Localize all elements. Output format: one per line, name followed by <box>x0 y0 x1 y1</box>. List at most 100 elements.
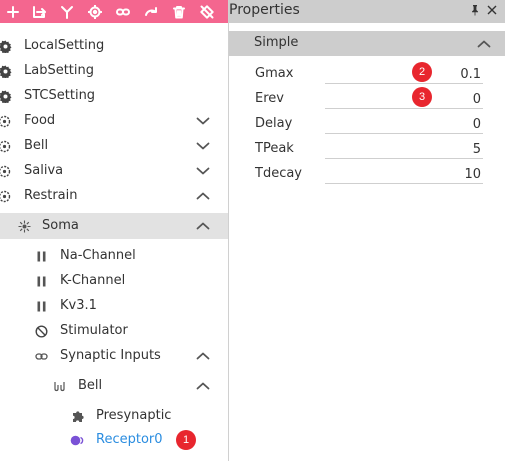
channel-icon <box>35 250 48 263</box>
tree-item-label: Restrain <box>24 188 78 203</box>
property-row-tdecay: Tdecay 10 <box>229 162 505 187</box>
tree-item-label: Bell <box>24 138 49 153</box>
filter-icon <box>61 5 73 19</box>
channel-icon <box>35 300 48 313</box>
tree-toolbar <box>0 0 228 23</box>
tree-item-kv3-1[interactable]: Kv3.1 <box>0 294 228 319</box>
tree-item-soma[interactable]: Soma <box>0 213 228 239</box>
properties-header: Properties <box>229 0 505 23</box>
tree-item-bell-synapse[interactable]: Bell <box>0 374 228 399</box>
stimulus-icon <box>0 190 11 203</box>
target-button[interactable] <box>84 0 106 23</box>
section-label: Simple <box>254 35 299 50</box>
disable-icon <box>200 4 214 19</box>
tree-item-presynaptic[interactable]: Presynaptic <box>0 404 228 429</box>
chevron-down-icon[interactable] <box>196 140 210 152</box>
tree-item-food[interactable]: Food <box>0 109 228 134</box>
chevron-up-icon[interactable] <box>196 220 210 232</box>
chevron-up-icon[interactable] <box>196 190 210 202</box>
property-value-tdecay[interactable]: 10 <box>325 162 483 184</box>
tree-item-label: Synaptic Inputs <box>60 348 161 363</box>
property-row-tpeak: TPeak 5 <box>229 137 505 162</box>
tree-item-receptor0[interactable]: Receptor0 1 <box>0 428 228 453</box>
stimulator-icon <box>35 325 48 338</box>
tree-item-label: Bell <box>78 378 103 393</box>
section-marker-icon <box>233 37 245 49</box>
close-icon <box>487 5 497 15</box>
annotation-badge: 3 <box>412 87 432 107</box>
tree-item-label: LocalSetting <box>24 38 105 53</box>
property-name: Tdecay <box>255 166 302 181</box>
property-name: Delay <box>255 116 293 131</box>
property-name: TPeak <box>255 141 294 156</box>
pin-button[interactable] <box>469 4 481 19</box>
chevron-down-icon[interactable] <box>196 115 210 127</box>
property-name: Erev <box>255 91 284 106</box>
tree-item-labsetting[interactable]: LabSetting <box>0 59 228 84</box>
property-value-erev[interactable]: 0 <box>325 87 483 109</box>
chevron-down-icon[interactable] <box>196 165 210 177</box>
property-value-tpeak[interactable]: 5 <box>325 137 483 159</box>
tree-item-label: Receptor0 <box>96 432 163 447</box>
tree-item-k-channel[interactable]: K-Channel <box>0 269 228 294</box>
tree-item-label: Soma <box>42 218 79 233</box>
tree-item-localsetting[interactable]: LocalSetting <box>0 34 228 59</box>
property-name: Gmax <box>255 66 294 81</box>
tree-item-stcsetting[interactable]: STCSetting <box>0 84 228 109</box>
section-simple[interactable]: Simple <box>229 31 505 56</box>
filter-button[interactable] <box>56 0 78 23</box>
pin-icon <box>472 5 478 16</box>
export-button[interactable] <box>28 0 50 23</box>
annotation-badge: 2 <box>412 62 432 82</box>
synapse-icon <box>53 380 66 393</box>
tree-item-label: Food <box>24 113 56 128</box>
gear-icon <box>0 90 12 103</box>
soma-icon <box>18 220 31 233</box>
property-row-erev: Erev 0 3 <box>229 87 505 112</box>
delete-button[interactable] <box>168 0 190 23</box>
model-tree-panel: LocalSetting LabSetting STCSetting Food … <box>0 0 228 461</box>
chevron-up-icon[interactable] <box>196 350 210 362</box>
stimulus-icon <box>0 115 11 128</box>
properties-panel: Properties Simple Gmax 0.1 2 Erev 0 3 De… <box>229 0 505 461</box>
annotation-badge: 1 <box>176 430 196 450</box>
tree-item-bell[interactable]: Bell <box>0 134 228 159</box>
link-icon <box>116 8 130 15</box>
gear-icon <box>0 40 12 53</box>
receptor-icon <box>70 434 86 447</box>
channel-icon <box>35 275 48 288</box>
tree-item-label: Kv3.1 <box>60 298 97 313</box>
link-button[interactable] <box>112 0 134 23</box>
add-icon <box>7 5 19 18</box>
property-row-delay: Delay 0 <box>229 112 505 137</box>
property-value-delay[interactable]: 0 <box>325 112 483 134</box>
tree-item-label: Na-Channel <box>60 248 136 263</box>
puzzle-icon <box>72 410 85 423</box>
property-value-gmax[interactable]: 0.1 <box>325 62 483 84</box>
add-button[interactable] <box>2 0 24 23</box>
tree-item-synaptic-inputs[interactable]: Synaptic Inputs <box>0 344 228 369</box>
tree-item-label: Presynaptic <box>96 408 172 423</box>
tree-item-label: Saliva <box>24 163 64 178</box>
export-icon <box>33 5 46 18</box>
tree-item-stimulator[interactable]: Stimulator <box>0 319 228 344</box>
stimulus-icon <box>0 140 11 153</box>
tree-item-label: Stimulator <box>60 323 128 338</box>
properties-title: Properties <box>229 2 300 18</box>
disable-button[interactable] <box>196 0 218 23</box>
stimulus-icon <box>0 165 11 178</box>
tree-item-restrain[interactable]: Restrain <box>0 184 228 209</box>
delete-icon <box>173 5 185 18</box>
tree-item-na-channel[interactable]: Na-Channel <box>0 244 228 269</box>
tree-item-saliva[interactable]: Saliva <box>0 159 228 184</box>
chevron-up-icon[interactable] <box>477 38 491 48</box>
redo-button[interactable] <box>140 0 162 23</box>
tree-item-label: LabSetting <box>24 63 95 78</box>
tree-item-label: STCSetting <box>24 88 96 103</box>
redo-icon <box>145 6 157 16</box>
close-button[interactable] <box>486 4 500 19</box>
target-icon <box>88 4 102 19</box>
link-icon <box>35 350 48 363</box>
chevron-up-icon[interactable] <box>196 380 210 392</box>
property-row-gmax: Gmax 0.1 2 <box>229 62 505 87</box>
